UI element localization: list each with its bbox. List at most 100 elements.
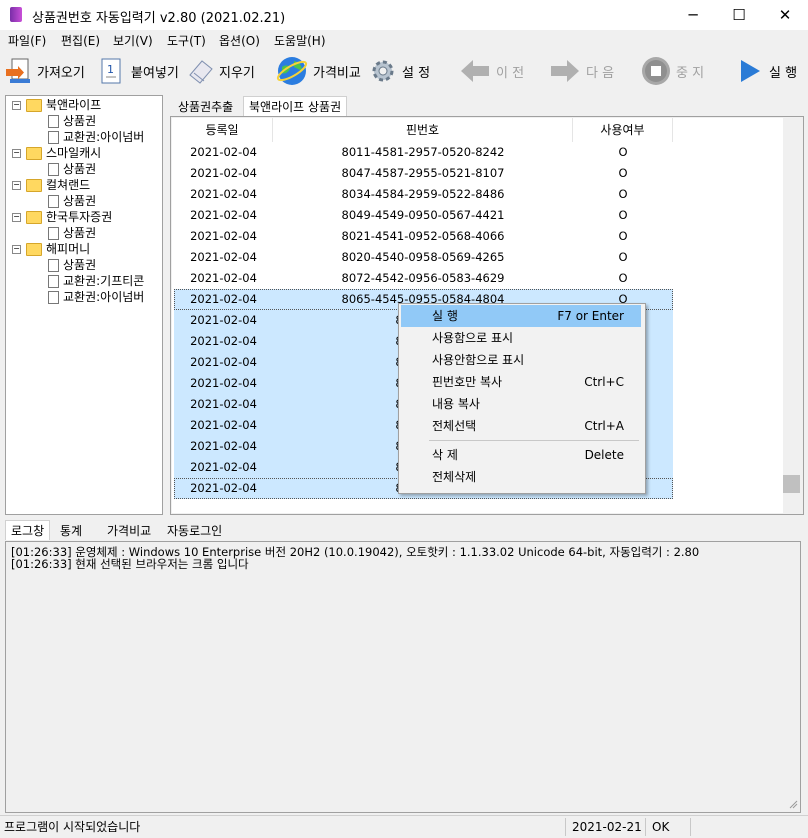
arrow-left-icon [459, 57, 491, 85]
menu-help[interactable]: 도움말(H) [274, 32, 326, 49]
table-row[interactable]: 2021-02-04 8011-4581-2957-0520-8242 O [174, 142, 673, 163]
table-row[interactable]: 2021-02-04 8021-4541-0952-0568-4066 O [174, 226, 673, 247]
tab-stats[interactable]: 통계 [55, 521, 87, 541]
date-cell: 2021-02-04 [190, 145, 257, 159]
table-row[interactable]: 2021-02-04 8020-4540-0958-0569-4265 O [174, 247, 673, 268]
used-cell: O [618, 208, 628, 222]
menu-item-shortcut: F7 or Enter [557, 309, 624, 323]
column-header-pin[interactable]: 핀번호 [273, 118, 573, 142]
tab-extract[interactable]: 상품권추출 [173, 97, 238, 117]
tab-auto-login[interactable]: 자동로그인 [162, 521, 227, 541]
used-cell: O [618, 271, 628, 285]
fetch-label: 가져오기 [37, 65, 85, 81]
collapse-icon[interactable]: − [12, 213, 21, 222]
status-state: OK [652, 820, 670, 834]
tree-node[interactable]: − 컬쳐랜드 [12, 177, 90, 193]
menu-view[interactable]: 보기(V) [113, 32, 153, 49]
menu-file[interactable]: 파일(F) [8, 32, 46, 49]
tab-booknlife[interactable]: 북앤라이프 상품권 [243, 96, 348, 116]
tree-node-label: 북앤라이프 [46, 98, 102, 112]
menu-item-shortcut: Ctrl+A [584, 419, 624, 433]
tree-leaf-label: 교환권:아이넘버 [63, 290, 145, 304]
tree-node[interactable]: − 해피머니 [12, 241, 90, 257]
tree-node[interactable]: − 북앤라이프 [12, 97, 101, 113]
tab-log[interactable]: 로그창 [5, 520, 51, 540]
context-menu-item[interactable]: 사용안함으로 표시 [401, 349, 641, 371]
context-menu-item[interactable]: 삭 제 Delete [401, 444, 641, 466]
tree-leaf-label: 교환권:아이넘버 [63, 130, 145, 144]
tree-leaf[interactable]: 상품권 [48, 193, 96, 209]
tree-leaf-label: 상품권 [63, 194, 97, 208]
tree-leaf[interactable]: 상품권 [48, 257, 96, 273]
date-cell: 2021-02-04 [190, 481, 257, 495]
collapse-icon[interactable]: − [12, 101, 21, 110]
column-header-date[interactable]: 등록일 [172, 118, 273, 142]
pin-cell: 8072-4542-0956-0583-4629 [341, 271, 505, 285]
context-menu-item[interactable]: 전체삭제 [401, 466, 641, 488]
prev-button[interactable]: 이 전 [459, 50, 524, 92]
run-button[interactable]: 실 행 [738, 50, 797, 92]
globe-icon [276, 55, 308, 87]
eraser-icon [186, 57, 214, 85]
maximize-button[interactable]: ☐ [716, 0, 762, 30]
tree-node[interactable]: − 한국투자증권 [12, 209, 112, 225]
context-menu-item[interactable]: 사용함으로 표시 [401, 327, 641, 349]
date-cell: 2021-02-04 [190, 271, 257, 285]
menu-item-shortcut: Delete [584, 448, 624, 462]
settings-button[interactable]: 설 정 [369, 50, 430, 92]
paste-button[interactable]: 1 붙여넣기 [98, 50, 179, 92]
pin-cell: 8021-4541-0952-0568-4066 [341, 229, 505, 243]
date-cell: 2021-02-04 [190, 355, 257, 369]
menu-edit[interactable]: 편집(E) [61, 32, 100, 49]
tree-leaf[interactable]: 상품권 [48, 113, 96, 129]
menu-options[interactable]: 옵션(O) [219, 32, 260, 49]
used-cell: O [618, 187, 628, 201]
tree-leaf[interactable]: 상품권 [48, 161, 96, 177]
erase-button[interactable]: 지우기 [186, 50, 255, 92]
fetch-button[interactable]: 가져오기 [4, 50, 85, 92]
table-row[interactable]: 2021-02-04 8049-4549-0950-0567-4421 O [174, 205, 673, 226]
menu-item-label: 전체선택 [432, 419, 477, 433]
log-output[interactable]: [01:26:33] 운영체제 : Windows 10 Enterprise … [5, 541, 801, 813]
context-menu-item[interactable]: 핀번호만 복사 Ctrl+C [401, 371, 641, 393]
date-cell: 2021-02-04 [190, 376, 257, 390]
table-row[interactable]: 2021-02-04 8072-4542-0956-0583-4629 O [174, 268, 673, 289]
next-button[interactable]: 다 음 [549, 50, 614, 92]
document-icon [48, 275, 59, 288]
minimize-button[interactable]: ─ [670, 0, 716, 30]
used-cell: O [618, 166, 628, 180]
context-menu-item[interactable]: 실 행 F7 or Enter [401, 305, 641, 327]
context-menu-item[interactable]: 전체선택 Ctrl+A [401, 415, 641, 437]
menu-bar: 파일(F) 편집(E) 보기(V) 도구(T) 옵션(O) 도움말(H) [0, 30, 808, 50]
context-menu-item[interactable]: 내용 복사 [401, 393, 641, 415]
date-cell: 2021-02-04 [190, 250, 257, 264]
collapse-icon[interactable]: − [12, 245, 21, 254]
vertical-scrollbar[interactable] [783, 118, 800, 513]
menu-item-label: 핀번호만 복사 [432, 375, 503, 389]
collapse-icon[interactable]: − [12, 149, 21, 158]
stop-button[interactable]: 중 지 [641, 50, 704, 92]
date-cell: 2021-02-04 [190, 460, 257, 474]
tree-leaf[interactable]: 교환권:아이넘버 [48, 289, 144, 305]
collapse-icon[interactable]: − [12, 181, 21, 190]
scroll-thumb[interactable] [783, 475, 800, 493]
document-icon [48, 227, 59, 240]
tree-leaf[interactable]: 교환권:기프티콘 [48, 273, 144, 289]
tree-leaf-label: 상품권 [63, 162, 97, 176]
tree-leaf[interactable]: 상품권 [48, 225, 96, 241]
tree-node[interactable]: − 스마일캐시 [12, 145, 101, 161]
compare-button[interactable]: 가격비교 [276, 50, 361, 92]
date-cell: 2021-02-04 [190, 208, 257, 222]
tab-price-compare[interactable]: 가격비교 [102, 521, 156, 541]
column-header-used[interactable]: 사용여부 [573, 118, 673, 142]
pin-cell: 8011-4581-2957-0520-8242 [341, 145, 505, 159]
table-row[interactable]: 2021-02-04 8034-4584-2959-0522-8486 O [174, 184, 673, 205]
gear-icon [369, 57, 397, 85]
close-button[interactable]: ✕ [762, 0, 808, 30]
table-row[interactable]: 2021-02-04 8047-4587-2955-0521-8107 O [174, 163, 673, 184]
resize-grip-icon[interactable] [788, 799, 798, 809]
tree-leaf[interactable]: 교환권:아이넘버 [48, 129, 144, 145]
menu-separator [429, 440, 639, 441]
category-tree[interactable]: − 북앤라이프 상품권 교환권:아이넘버 − 스마일캐시 상품권 − 컬쳐랜드 상품권 − 한국투자증… [5, 95, 163, 515]
menu-tools[interactable]: 도구(T) [167, 32, 206, 49]
